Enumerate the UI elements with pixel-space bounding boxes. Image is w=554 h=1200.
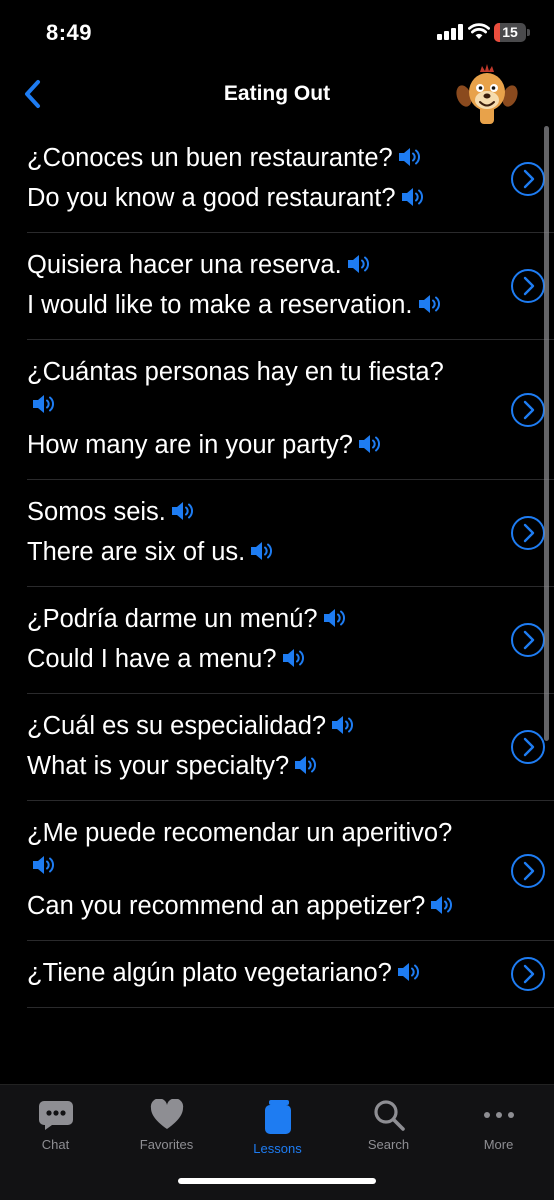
phrase-english: What is your specialty?: [27, 750, 467, 783]
tab-chat[interactable]: Chat: [0, 1093, 111, 1163]
speaker-icon[interactable]: [249, 539, 275, 563]
speaker-icon[interactable]: [400, 185, 426, 209]
search-icon: [373, 1100, 405, 1131]
phrase-row[interactable]: ¿Tiene algún plato vegetariano?: [27, 941, 554, 1008]
phrase-spanish: ¿Tiene algún plato vegetariano?: [27, 957, 467, 990]
phrase-english: Do you know a good restaurant?: [27, 182, 467, 215]
speaker-icon[interactable]: [170, 499, 196, 523]
speaker-icon[interactable]: [396, 960, 422, 984]
phrase-english: Could I have a menu?: [27, 643, 467, 676]
phrase-text: How many are in your party?: [27, 431, 353, 459]
status-time: 8:49: [46, 20, 93, 45]
phrase-english: How many are in your party?: [27, 429, 467, 462]
chevron-right-circle-icon[interactable]: [510, 729, 546, 765]
phrase-text: Somos seis.: [27, 498, 166, 526]
phrase-spanish: ¿Conoces un buen restaurante?: [27, 142, 467, 175]
wifi-icon: [468, 23, 490, 39]
speaker-icon[interactable]: [31, 853, 57, 877]
speaker-icon[interactable]: [330, 713, 356, 737]
phrase-text: ¿Conoces un buen restaurante?: [27, 144, 393, 172]
phrase-text: ¿Cuántas personas hay en tu fiesta?: [27, 358, 444, 386]
phrase-text: Can you recommend an appetizer?: [27, 892, 426, 920]
speaker-icon[interactable]: [281, 646, 307, 670]
tab-label: More: [483, 1137, 514, 1152]
chevron-right-circle-icon[interactable]: [510, 622, 546, 658]
tab-label: Chat: [41, 1137, 70, 1152]
phrase-row[interactable]: ¿Podría darme un menú? Could I have a men…: [27, 587, 554, 694]
chevron-right-circle-icon[interactable]: [510, 392, 546, 428]
phrase-text: There are six of us.: [27, 538, 246, 566]
phrase-text: Could I have a menu?: [27, 645, 277, 673]
speaker-icon[interactable]: [346, 252, 372, 276]
cellular-signal-icon: [437, 24, 463, 40]
phrase-spanish: ¿Me puede recomendar un aperitivo?: [27, 817, 467, 883]
home-indicator: [178, 1178, 376, 1184]
phrase-text: ¿Tiene algún plato vegetariano?: [27, 959, 392, 987]
tab-lessons[interactable]: Lessons: [222, 1093, 333, 1163]
app-screen: 8:49 15 Eating Out ¿Conoces un buen rest…: [0, 0, 554, 1200]
phrase-english: There are six of us.: [27, 536, 467, 569]
phrase-list: ¿Conoces un buen restaurante? Do you know…: [0, 126, 554, 1084]
tab-search[interactable]: Search: [333, 1093, 444, 1163]
tab-more[interactable]: More: [443, 1093, 554, 1163]
phrase-spanish: Quisiera hacer una reserva.: [27, 249, 467, 282]
chevron-right-circle-icon[interactable]: [510, 956, 546, 992]
heart-icon: [150, 1099, 183, 1129]
phrase-row[interactable]: ¿Conoces un buen restaurante? Do you know…: [27, 126, 554, 233]
phrase-text: What is your specialty?: [27, 752, 290, 780]
speaker-icon[interactable]: [322, 606, 348, 630]
phrase-spanish: Somos seis.: [27, 496, 467, 529]
chevron-right-circle-icon[interactable]: [510, 853, 546, 889]
tab-label: Search: [367, 1137, 410, 1152]
speaker-icon[interactable]: [429, 893, 455, 917]
phrase-row[interactable]: ¿Me puede recomendar un aperitivo? Can yo…: [27, 801, 554, 941]
phrase-text: I would like to make a reservation.: [27, 291, 413, 319]
status-bar: 8:49 15: [0, 0, 554, 62]
phrase-row[interactable]: ¿Cuántas personas hay en tu fiesta? How m…: [27, 340, 554, 480]
phrase-english: Can you recommend an appetizer?: [27, 890, 467, 923]
chevron-right-circle-icon[interactable]: [510, 268, 546, 304]
chat-bubble-icon: [38, 1101, 73, 1130]
phrase-spanish: ¿Cuál es su especialidad?: [27, 710, 467, 743]
phrase-english: I would like to make a reservation.: [27, 289, 467, 322]
speaker-icon[interactable]: [357, 432, 383, 456]
phrase-text: ¿Me puede recomendar un aperitivo?: [27, 819, 453, 847]
chevron-right-circle-icon[interactable]: [510, 515, 546, 551]
phrase-row[interactable]: Quisiera hacer una reserva. I would like …: [27, 233, 554, 340]
scroll-indicator[interactable]: [544, 126, 549, 741]
phrase-text: Quisiera hacer una reserva.: [27, 251, 342, 279]
phrase-row[interactable]: Somos seis. There are six of us.: [27, 480, 554, 587]
more-dots-icon: [483, 1112, 514, 1118]
speaker-icon[interactable]: [417, 292, 443, 316]
battery-level: 15: [502, 24, 518, 40]
mascot-avatar[interactable]: [456, 62, 518, 124]
speaker-icon[interactable]: [31, 392, 57, 416]
phrase-spanish: ¿Podría darme un menú?: [27, 603, 467, 636]
phrase-row[interactable]: ¿Cuál es su especialidad? What is your sp…: [27, 694, 554, 801]
book-icon: [264, 1100, 291, 1134]
chevron-right-circle-icon[interactable]: [510, 161, 546, 197]
tab-label: Favorites: [139, 1137, 194, 1152]
phrase-text: ¿Podría darme un menú?: [27, 605, 318, 633]
phrase-spanish: ¿Cuántas personas hay en tu fiesta?: [27, 356, 467, 422]
speaker-icon[interactable]: [293, 753, 319, 777]
phrase-text: ¿Cuál es su especialidad?: [27, 712, 327, 740]
tab-favorites[interactable]: Favorites: [111, 1093, 222, 1163]
tab-label: Lessons: [253, 1141, 302, 1156]
phrase-text: Do you know a good restaurant?: [27, 184, 396, 212]
battery-icon: 15: [494, 23, 530, 42]
nav-bar: Eating Out: [0, 62, 554, 126]
speaker-icon[interactable]: [397, 145, 423, 169]
